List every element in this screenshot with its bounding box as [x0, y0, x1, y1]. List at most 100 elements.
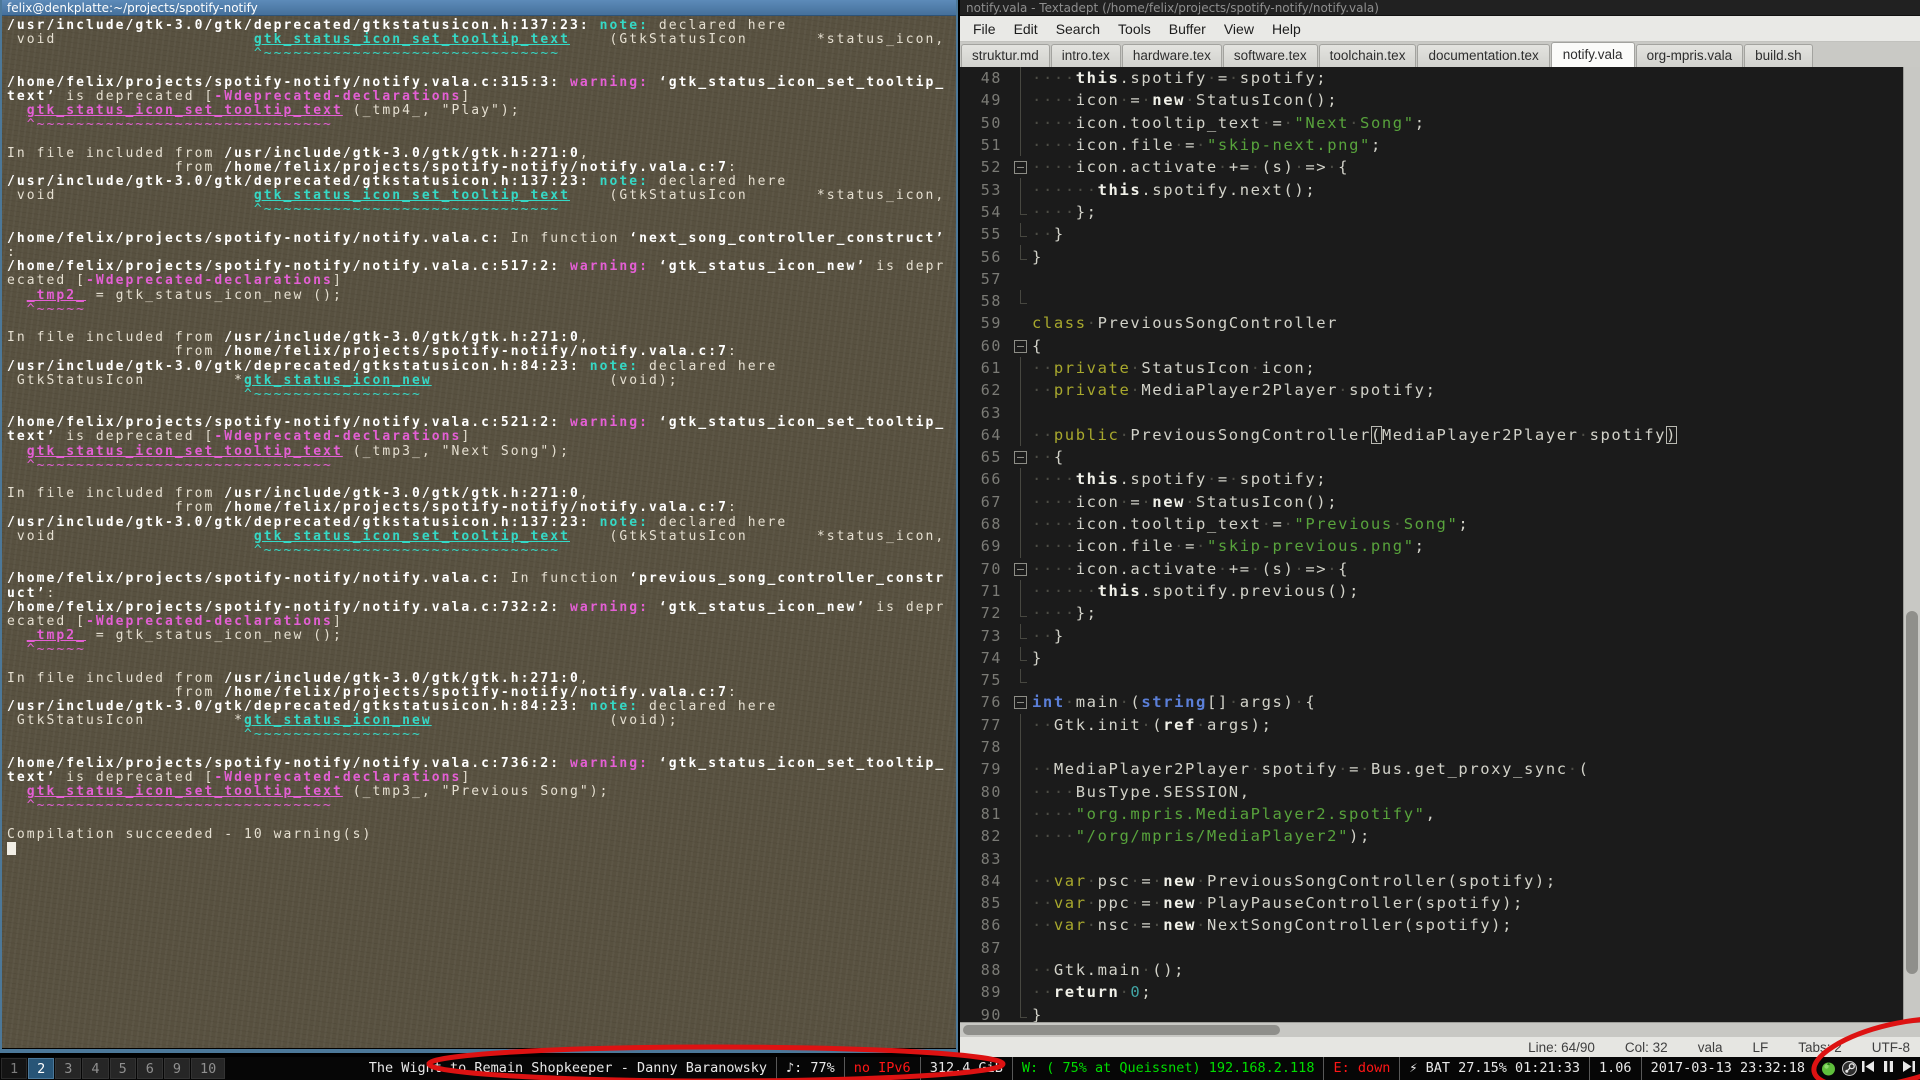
fold-margin[interactable] [1010, 691, 1032, 713]
code-line[interactable]: 87 [964, 936, 1903, 960]
code-line[interactable]: 66 ····this.spotify·=·spotify; [964, 468, 1903, 491]
green-dot-tray-icon[interactable] [1820, 1061, 1836, 1077]
code-line[interactable]: 57 [964, 268, 1903, 290]
fold-margin[interactable] [1010, 981, 1032, 1004]
code-line[interactable]: 83 [964, 847, 1903, 870]
workspace-button-2[interactable]: 2 [28, 1058, 55, 1079]
workspace-button-4[interactable]: 4 [82, 1058, 109, 1079]
terminal-window[interactable]: felix@denkplatte:~/projects/spotify-noti… [0, 0, 958, 1053]
workspace-button-10[interactable]: 10 [190, 1058, 226, 1079]
code-line[interactable]: 52 ····icon.activate·+=·(s)·=>·{ [964, 156, 1903, 178]
code-line[interactable]: 90} [964, 1003, 1903, 1022]
fold-margin[interactable] [1010, 602, 1032, 624]
code-line[interactable]: 86 ··var·nsc·=·new·NextSongController(spo… [964, 914, 1903, 937]
code-line[interactable]: 82 ····"/org/mpris/MediaPlayer2"); [964, 825, 1903, 848]
menu-help[interactable]: Help [1263, 18, 1310, 40]
fold-margin[interactable] [1010, 558, 1032, 580]
textadept-titlebar[interactable]: notify.vala - Textadept (/home/felix/pro… [960, 0, 1920, 16]
code-line[interactable]: 74} [964, 646, 1903, 669]
code-line[interactable]: 76 int·main·(string[]·args)·{ [964, 691, 1903, 713]
horizontal-scrollbar[interactable] [960, 1022, 1920, 1037]
code-line[interactable]: 84 ··var·psc·=·new·PreviousSongController… [964, 869, 1903, 893]
code-line[interactable]: 68 ····icon.tooltip_text·=·"Previous·Song… [964, 512, 1903, 536]
workspace-button-1[interactable]: 1 [1, 1058, 28, 1079]
fold-margin[interactable] [1010, 825, 1032, 848]
fold-margin[interactable] [1010, 758, 1032, 781]
code-line[interactable]: 62 ··private·MediaPlayer2Player·spotify; [964, 379, 1903, 402]
code-line[interactable]: 64 ··public·PreviousSongController(MediaP… [964, 423, 1903, 447]
tab-hardware.tex[interactable]: hardware.tex [1121, 44, 1222, 67]
menu-buffer[interactable]: Buffer [1160, 18, 1215, 40]
code-line[interactable]: 67 ····icon·=·new·StatusIcon(); [964, 490, 1903, 514]
fold-margin[interactable] [1010, 579, 1032, 603]
menu-edit[interactable]: Edit [1005, 18, 1047, 40]
fold-margin[interactable] [1010, 379, 1032, 402]
code-line[interactable]: 81 ····"org.mpris.MediaPlayer2.spotify", [964, 802, 1903, 826]
tab-documentation.tex[interactable]: documentation.tex [1417, 44, 1550, 67]
fold-margin[interactable] [1010, 713, 1032, 737]
fold-margin[interactable] [1010, 891, 1032, 915]
pause-icon[interactable] [1883, 1060, 1894, 1077]
fold-margin[interactable] [1010, 669, 1032, 691]
fold-margin[interactable] [1010, 802, 1032, 826]
code-line[interactable]: 53 ······this.spotify.next(); [964, 178, 1903, 202]
fold-margin[interactable] [1010, 335, 1032, 357]
fold-margin[interactable] [1010, 958, 1032, 982]
code-line[interactable]: 79 ··MediaPlayer2Player·spotify·=·Bus.get… [964, 758, 1903, 781]
fold-margin[interactable] [1010, 646, 1032, 669]
terminal-output[interactable]: /usr/include/gtk-3.0/gtk/deprecated/gtks… [2, 16, 956, 1048]
fold-margin[interactable] [1010, 245, 1032, 267]
code-line[interactable]: 71 ······this.spotify.previous(); [964, 579, 1903, 603]
fold-margin[interactable] [1010, 869, 1032, 893]
fold-margin[interactable] [1010, 624, 1032, 646]
fold-margin[interactable] [1010, 401, 1032, 425]
vertical-scrollbar[interactable] [1903, 67, 1920, 1022]
workspace-button-3[interactable]: 3 [55, 1058, 82, 1079]
fold-margin[interactable] [1010, 446, 1032, 468]
code-line[interactable]: 49 ····icon·=·new·StatusIcon(); [964, 89, 1903, 112]
code-line[interactable]: 73 ··} [964, 624, 1903, 646]
code-line[interactable]: 55 ··} [964, 223, 1903, 245]
fold-margin[interactable] [1010, 423, 1032, 447]
next-track-icon[interactable] [1902, 1060, 1916, 1077]
fold-margin[interactable] [1010, 200, 1032, 223]
tab-intro.tex[interactable]: intro.tex [1050, 44, 1121, 67]
code-line[interactable]: 50 ····icon.tooltip_text·=·"Next·Song"; [964, 111, 1903, 135]
workspace-button-6[interactable]: 6 [136, 1058, 163, 1079]
fold-margin[interactable] [1010, 735, 1032, 759]
code-line[interactable]: 56} [964, 245, 1903, 267]
fold-margin[interactable] [1010, 156, 1032, 178]
fold-margin[interactable] [1010, 468, 1032, 491]
code-line[interactable]: 54 ····}; [964, 200, 1903, 223]
workspace-button-5[interactable]: 5 [109, 1058, 136, 1079]
fold-margin[interactable] [1010, 535, 1032, 558]
tab-notify.vala[interactable]: notify.vala [1550, 42, 1635, 67]
fold-margin[interactable] [1010, 914, 1032, 937]
code-line[interactable]: 65 ··{ [964, 446, 1903, 468]
fold-margin[interactable] [1010, 356, 1032, 380]
code-line[interactable]: 88 ··Gtk.main·(); [964, 958, 1903, 982]
fold-margin[interactable] [1010, 89, 1032, 112]
menu-tools[interactable]: Tools [1109, 18, 1160, 40]
code-line[interactable]: 58 [964, 289, 1903, 312]
fold-margin[interactable] [1010, 268, 1032, 290]
code-line[interactable]: 60{ [964, 335, 1903, 357]
menu-search[interactable]: Search [1047, 18, 1109, 40]
fold-margin[interactable] [1010, 223, 1032, 245]
fold-margin[interactable] [1010, 512, 1032, 536]
fold-margin[interactable] [1010, 847, 1032, 870]
fold-margin[interactable] [1010, 936, 1032, 960]
code-line[interactable]: 80 ····BusType.SESSION, [964, 780, 1903, 804]
workspace-button-9[interactable]: 9 [163, 1058, 190, 1079]
textadept-window[interactable]: notify.vala - Textadept (/home/felix/pro… [960, 0, 1920, 1057]
code-line[interactable]: 63 [964, 401, 1903, 425]
fold-margin[interactable] [1010, 111, 1032, 135]
code-line[interactable]: 61 ··private·StatusIcon·icon; [964, 356, 1903, 380]
fold-margin[interactable] [1010, 312, 1032, 334]
code-line[interactable]: 59 class·PreviousSongController [964, 312, 1903, 334]
terminal-titlebar[interactable]: felix@denkplatte:~/projects/spotify-noti… [2, 0, 956, 16]
code-line[interactable]: 51 ····icon.file·=·"skip-next.png"; [964, 133, 1903, 157]
fold-margin[interactable] [1010, 780, 1032, 804]
fold-margin[interactable] [1010, 178, 1032, 202]
vertical-scrollbar-thumb[interactable] [1906, 611, 1918, 975]
